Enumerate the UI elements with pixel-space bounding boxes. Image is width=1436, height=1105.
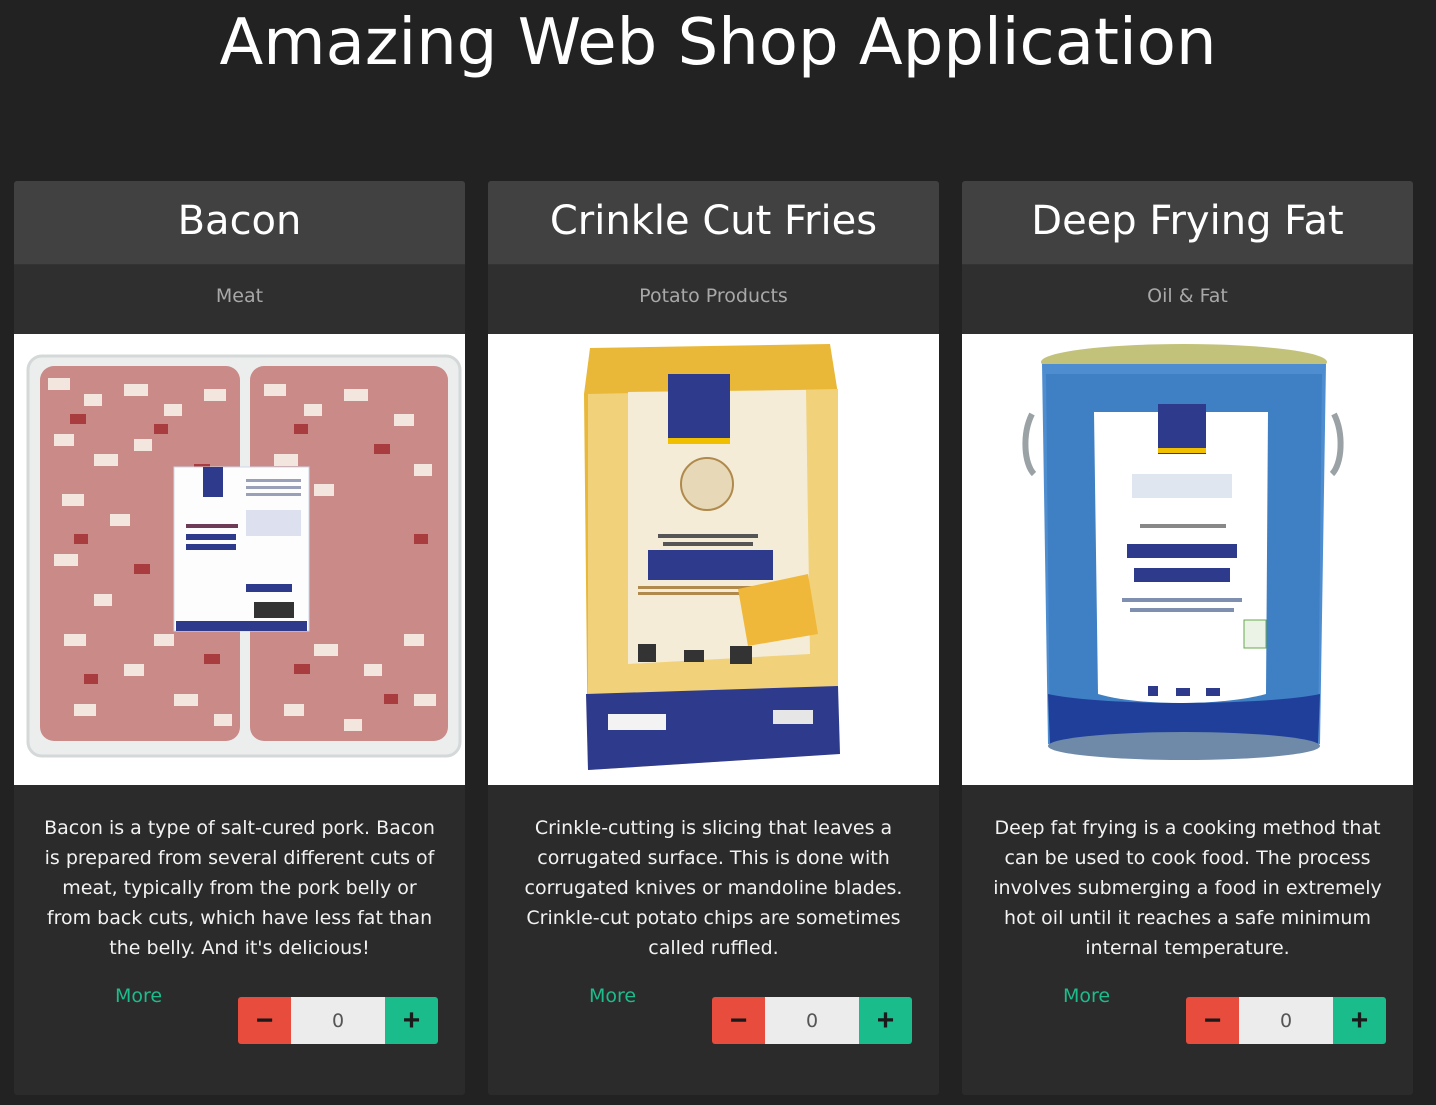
product-category: Oil & Fat bbox=[962, 265, 1413, 334]
more-link[interactable]: More bbox=[115, 985, 162, 1007]
bacon-pack-image bbox=[14, 334, 465, 785]
decrease-quantity-button[interactable]: − bbox=[1186, 997, 1239, 1044]
product-card: Deep Frying Fat Oil & Fat Deep fat fryin… bbox=[962, 181, 1413, 1095]
quantity-stepper: − + bbox=[712, 997, 912, 1044]
product-image bbox=[962, 334, 1413, 785]
product-actions: More − + bbox=[488, 981, 939, 1051]
product-title: Deep Frying Fat bbox=[962, 181, 1413, 265]
product-description: Bacon is a type of salt-cured pork. Baco… bbox=[44, 817, 435, 959]
quantity-stepper: − + bbox=[1186, 997, 1386, 1044]
increase-quantity-button[interactable]: + bbox=[385, 997, 438, 1044]
quantity-input[interactable] bbox=[291, 997, 385, 1044]
product-description: Deep fat frying is a cooking method that… bbox=[993, 817, 1382, 959]
product-category: Potato Products bbox=[488, 265, 939, 334]
increase-quantity-button[interactable]: + bbox=[859, 997, 912, 1044]
more-link[interactable]: More bbox=[589, 985, 636, 1007]
increase-quantity-button[interactable]: + bbox=[1333, 997, 1386, 1044]
decrease-quantity-button[interactable]: − bbox=[712, 997, 765, 1044]
page-title: Amazing Web Shop Application bbox=[219, 6, 1217, 80]
decrease-quantity-button[interactable]: − bbox=[238, 997, 291, 1044]
fries-bag-image bbox=[488, 334, 939, 785]
product-card: Bacon Meat Bacon is a type of salt-cured… bbox=[14, 181, 465, 1095]
quantity-input[interactable] bbox=[1239, 997, 1333, 1044]
product-image bbox=[14, 334, 465, 785]
product-actions: More − + bbox=[14, 981, 465, 1051]
product-title: Crinkle Cut Fries bbox=[488, 181, 939, 265]
frying-fat-bucket-image bbox=[962, 334, 1413, 785]
product-card: Crinkle Cut Fries Potato Products Crinkl… bbox=[488, 181, 939, 1095]
product-image bbox=[488, 334, 939, 785]
quantity-input[interactable] bbox=[765, 997, 859, 1044]
product-actions: More − + bbox=[962, 981, 1413, 1051]
product-title: Bacon bbox=[14, 181, 465, 265]
product-grid: Bacon Meat Bacon is a type of salt-cured… bbox=[14, 181, 1422, 1095]
product-description: Crinkle-cutting is slicing that leaves a… bbox=[524, 817, 903, 959]
more-link[interactable]: More bbox=[1063, 985, 1110, 1007]
product-category: Meat bbox=[14, 265, 465, 334]
quantity-stepper: − + bbox=[238, 997, 438, 1044]
